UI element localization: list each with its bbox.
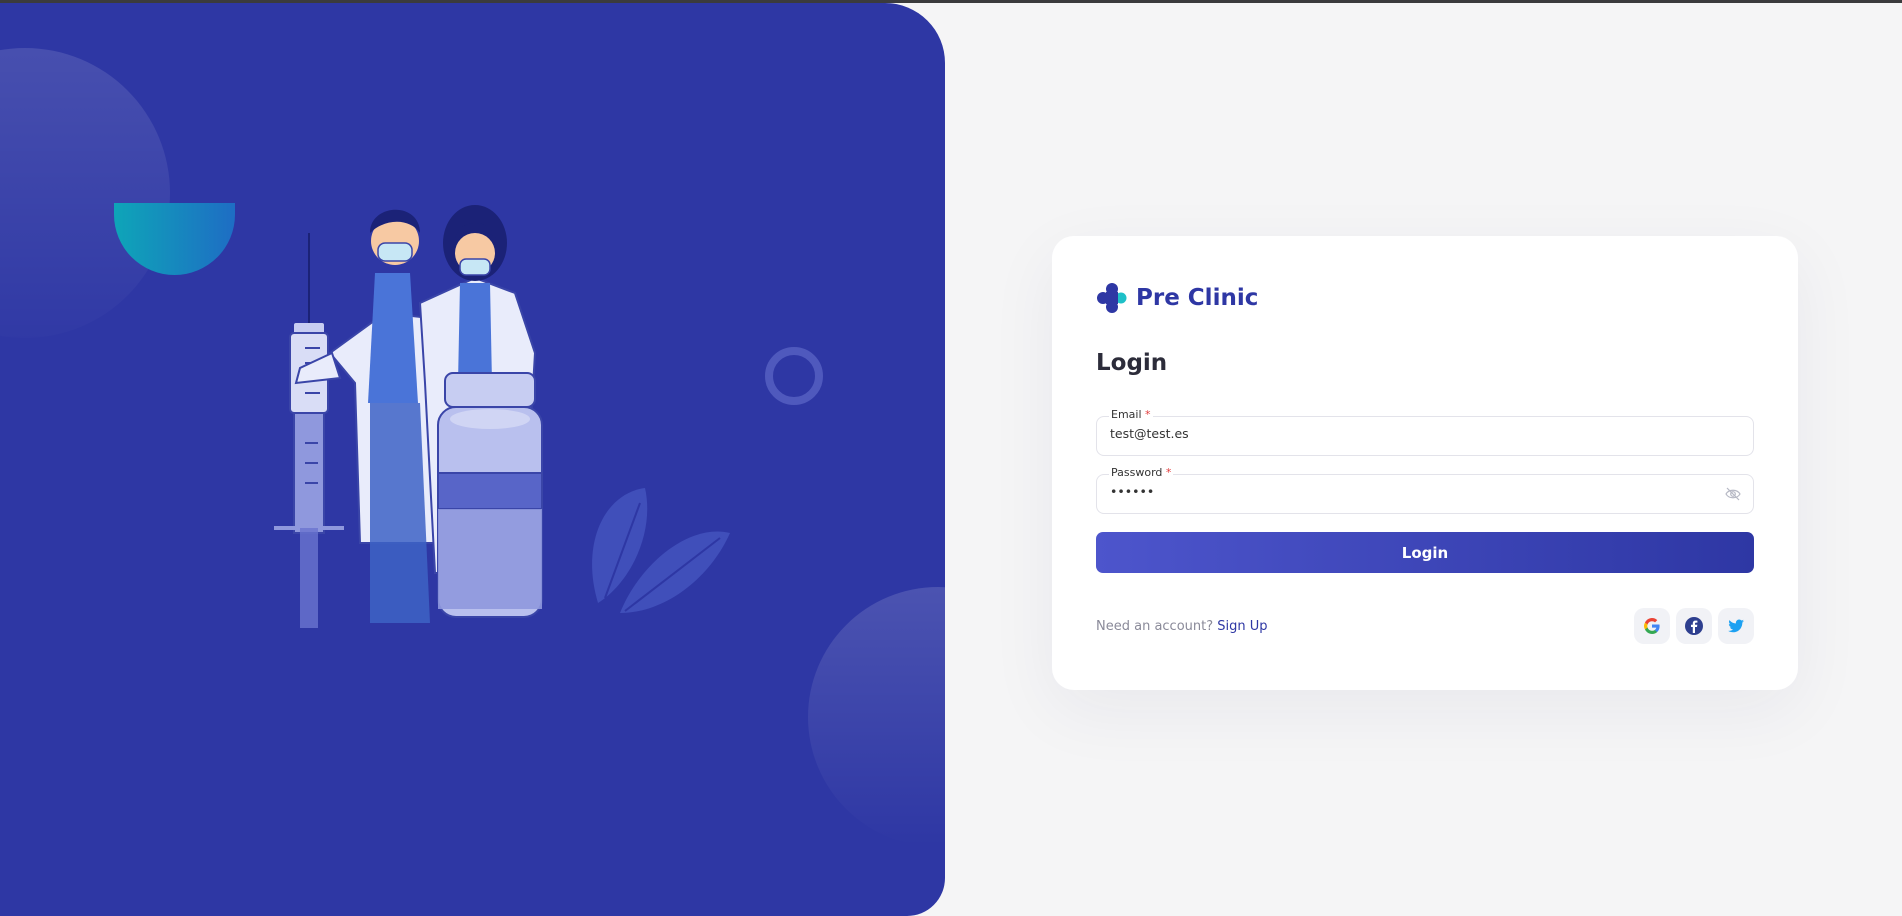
decor-blob-bottom <box>808 587 945 847</box>
eye-off-icon[interactable] <box>1725 486 1741 502</box>
social-login-group <box>1634 608 1754 644</box>
login-button[interactable]: Login <box>1096 532 1754 573</box>
signup-prompt: Need an account? <box>1096 619 1214 634</box>
twitter-icon <box>1728 619 1744 633</box>
syringe <box>274 233 344 628</box>
email-input[interactable] <box>1110 426 1710 441</box>
plant-leaves <box>592 488 730 613</box>
signup-row: Need an account? Sign Up <box>1096 619 1268 634</box>
email-label: Email * <box>1109 408 1153 421</box>
facebook-login-button[interactable] <box>1676 608 1712 644</box>
brand-logo: Pre Clinic <box>1096 282 1258 314</box>
google-login-button[interactable] <box>1634 608 1670 644</box>
password-input[interactable] <box>1110 484 1710 499</box>
password-field[interactable]: Password * <box>1096 466 1754 514</box>
google-icon <box>1644 618 1660 634</box>
medicine-vial <box>437 372 543 618</box>
password-label: Password * <box>1109 466 1174 479</box>
decor-ring <box>765 347 823 405</box>
facebook-icon <box>1685 617 1703 635</box>
medical-cross-icon <box>1097 283 1127 313</box>
page-title: Login <box>1096 350 1168 376</box>
twitter-login-button[interactable] <box>1718 608 1754 644</box>
decor-blob-top <box>0 48 170 338</box>
doctors-illustration <box>274 205 730 628</box>
login-card: Pre Clinic Login Email * Password * Logi… <box>1052 236 1798 690</box>
brand-name: Pre Clinic <box>1136 285 1259 311</box>
email-field[interactable]: Email * <box>1096 408 1754 456</box>
signup-link[interactable]: Sign Up <box>1217 619 1267 634</box>
hero-panel <box>0 3 945 916</box>
